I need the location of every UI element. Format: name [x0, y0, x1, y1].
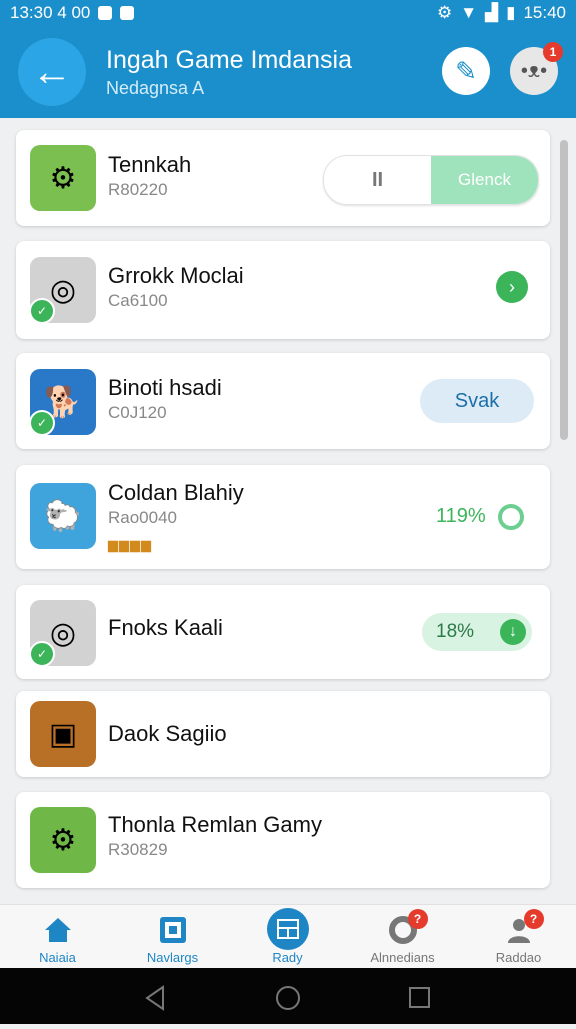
ring-icon: ? — [386, 909, 428, 947]
game-name: Daok Sagiio — [108, 721, 227, 746]
game-subtitle: Rao0040 — [108, 508, 178, 527]
nav-label: Naiaia — [39, 950, 76, 965]
home-icon — [41, 913, 75, 947]
nav-label: Rady — [272, 950, 303, 965]
nav-item-navlargs[interactable]: Navlargs — [115, 905, 230, 969]
scrollbar[interactable] — [560, 140, 568, 900]
rating-icons: ▆▆▆▆ — [108, 537, 152, 552]
game-name: Tennkah — [108, 152, 192, 177]
nav-item-raddao[interactable]: ? Raddao — [461, 905, 576, 969]
game-name: Grrokk Moclai — [108, 263, 244, 288]
list-item[interactable]: ◎ ✓ Grrokk Moclai Ca6100 › — [16, 241, 550, 339]
page-title: Ingah Game Imdansia — [106, 46, 352, 74]
check-icon: ✓ — [29, 641, 55, 667]
game-subtitle: C0J120 — [108, 403, 167, 422]
game-icon: ◎ ✓ — [29, 257, 96, 324]
list-item[interactable]: 🐕 ✓ Binoti hsadi C0J120 Svak — [16, 353, 550, 449]
app-header: ← Ingah Game Imdansia Nedagnsa A ✎ •ᴥ• 1 — [0, 26, 576, 118]
system-home-icon[interactable] — [276, 986, 300, 1010]
edit-button[interactable]: ✎ — [442, 47, 490, 95]
window-icon — [266, 908, 309, 950]
nav-item-alnnedians[interactable]: ? Alnnedians — [345, 905, 460, 969]
back-button[interactable]: ← — [18, 38, 86, 106]
game-icon: 🐕 ✓ — [29, 369, 96, 436]
nav-badge: ? — [523, 909, 544, 929]
nav-item-rady[interactable]: Rady — [230, 905, 345, 969]
person-icon: ? — [502, 909, 544, 947]
check-icon: ✓ — [29, 298, 55, 324]
download-percent: 18% — [436, 621, 475, 642]
wifi-icon: ▼ — [460, 3, 478, 22]
list-item[interactable]: ⚙ Thonla Remlan Gamy R30829 — [16, 792, 550, 888]
list-item[interactable]: ▣ Daok Sagiio — [16, 691, 550, 777]
avatar[interactable]: •ᴥ• 1 — [510, 42, 563, 95]
status-time-left: 13:30 4 00 — [10, 3, 91, 22]
svak-button[interactable]: Svak — [420, 379, 534, 423]
signal-icon: ▟ — [485, 3, 499, 22]
notification-icon-2 — [120, 6, 135, 20]
game-subtitle: R80220 — [108, 180, 168, 199]
pause-icon: II — [371, 168, 384, 191]
grid-icon — [156, 913, 190, 947]
system-back-icon[interactable] — [145, 985, 164, 1011]
bottom-nav: Naiaia Navlargs Rady ? Alnnedians ? Radd… — [0, 904, 576, 969]
page-subtitle: Nedagnsa A — [106, 78, 205, 98]
avatar-face-icon: •ᴥ• — [520, 59, 548, 82]
game-icon: ⚙ — [30, 807, 96, 873]
system-recents-icon[interactable] — [409, 987, 430, 1008]
nav-item-naiaia[interactable]: Naiaia — [0, 905, 115, 969]
nav-label: Alnnedians — [370, 950, 435, 965]
back-arrow-icon: ← — [32, 50, 72, 94]
toggle-right-label: Glenck — [431, 156, 538, 204]
status-bar: 13:30 4 00 ⚙ ▼ ▟ ▮ 15:40 — [0, 0, 576, 26]
game-subtitle: Ca6100 — [108, 291, 168, 310]
game-name: Coldan Blahiy — [108, 480, 244, 505]
list-item[interactable]: ⚙ Tennkah R80220 II Glenck — [16, 130, 550, 226]
progress-label: 119% — [436, 505, 486, 527]
game-name: Fnoks Kaali — [108, 615, 223, 640]
notification-icon — [98, 6, 113, 20]
chevron-right-icon[interactable]: › — [496, 271, 528, 303]
nav-label: Navlargs — [146, 950, 199, 965]
edit-icon: ✎ — [455, 55, 477, 86]
game-icon: ⚙ — [30, 145, 96, 211]
game-icon: 🐑 — [30, 483, 96, 549]
list-item[interactable]: 🐑 Coldan Blahiy Rao0040 ▆▆▆▆ 119% — [16, 465, 550, 569]
download-progress[interactable]: 18% ↓ — [422, 613, 532, 651]
game-subtitle: R30829 — [108, 840, 168, 859]
status-time-right: 15:40 — [523, 3, 566, 22]
game-name: Binoti hsadi — [108, 375, 222, 400]
game-name: Thonla Remlan Gamy — [108, 812, 322, 837]
system-nav-bar — [0, 968, 576, 1024]
game-icon: ▣ — [30, 701, 96, 767]
check-icon: ✓ — [29, 410, 55, 436]
nav-label: Raddao — [495, 950, 542, 965]
settings-icon: ⚙ — [436, 3, 453, 22]
toggle-switch[interactable]: II Glenck — [323, 155, 539, 205]
game-icon: ◎ ✓ — [29, 600, 96, 667]
progress-ring-icon — [498, 504, 524, 530]
scrollbar-thumb[interactable] — [560, 140, 568, 440]
list-item[interactable]: ◎ ✓ Fnoks Kaali 18% ↓ — [16, 585, 550, 679]
battery-icon: ▮ — [506, 3, 516, 22]
download-icon: ↓ — [500, 619, 526, 645]
nav-badge: ? — [407, 909, 428, 929]
avatar-badge: 1 — [543, 42, 563, 62]
